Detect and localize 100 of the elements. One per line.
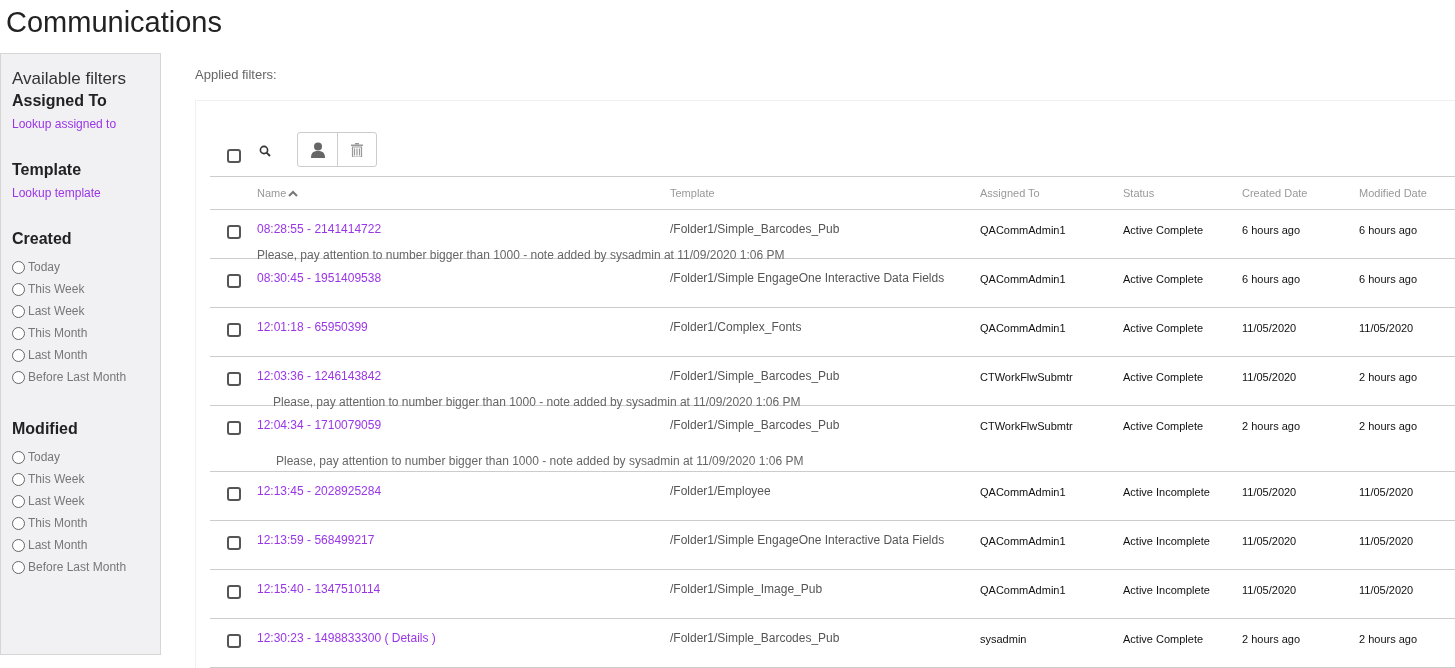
communication-link[interactable]: 12:30:23 - 1498833300 ( Details ) (257, 631, 436, 645)
created-date-cell-text: 11/05/2020 (1242, 583, 1297, 597)
radio-button[interactable] (12, 304, 25, 318)
assigned-cell-text: CTWorkFlwSubmtr (980, 419, 1073, 433)
template-cell: /Folder1/Employee (670, 484, 771, 498)
checkbox[interactable] (226, 225, 241, 239)
template-cell: /Folder1/Simple_Image_Pub (670, 582, 823, 596)
assigned-cell-text: QACommAdmin1 (980, 272, 1066, 286)
sort-up-icon (288, 189, 299, 197)
modified-date-cell-text: 6 hours ago (1359, 223, 1418, 237)
modified-date-cell-text: 11/05/2020 (1359, 534, 1414, 548)
modified-date-cell-text: 2 hours ago (1359, 632, 1418, 646)
radio-button[interactable] (12, 326, 25, 340)
filter-heading: Created (12, 229, 73, 249)
radio-button[interactable] (12, 560, 25, 574)
checkbox[interactable] (226, 421, 241, 435)
modified-date-cell-text: 2 hours ago (1359, 419, 1418, 433)
template-cell: /Folder1/Simple EngageOne Interactive Data Fields (670, 533, 945, 547)
radio-button[interactable] (12, 516, 25, 530)
status-cell-text: Active Complete (1123, 370, 1204, 384)
column-header[interactable]: Status (1123, 184, 1155, 202)
status-cell-text: Active Incomplete (1123, 583, 1210, 597)
radio-label: Today (28, 259, 61, 276)
status-cell-text: Active Incomplete (1123, 485, 1210, 499)
template-cell: /Folder1/Complex_Fonts (670, 320, 802, 334)
communication-link[interactable]: 12:13:59 - 568499217 (257, 533, 375, 547)
sidebar-title: Available filters (12, 68, 128, 90)
radio-button[interactable] (12, 538, 25, 552)
assigned-cell-text: QACommAdmin1 (980, 223, 1066, 237)
filter-heading: Template (12, 160, 83, 180)
radio-button[interactable] (12, 370, 25, 384)
column-header[interactable]: Assigned To (980, 184, 1040, 202)
template-cell: /Folder1/Simple EngageOne Interactive Data Fields (670, 271, 945, 285)
column-header[interactable]: Created Date (1242, 184, 1308, 202)
column-header[interactable]: Name (257, 184, 299, 202)
checkbox[interactable] (226, 323, 241, 337)
template-cell: /Folder1/Simple_Barcodes_Pub (670, 369, 840, 383)
page-title: Communications (5, 5, 223, 40)
modified-date-cell-text: 6 hours ago (1359, 272, 1418, 286)
template-cell: /Folder1/Simple_Barcodes_Pub (670, 631, 840, 645)
radio-label: Today (28, 449, 61, 466)
checkbox[interactable] (226, 148, 241, 163)
radio-button[interactable] (12, 282, 25, 296)
created-date-cell-text: 6 hours ago (1242, 272, 1301, 286)
checkbox[interactable] (226, 634, 241, 648)
modified-date-cell-text: 11/05/2020 (1359, 485, 1414, 499)
communication-link[interactable]: 08:30:45 - 1951409538 (257, 271, 382, 285)
radio-button[interactable] (12, 494, 25, 508)
communication-link[interactable]: 12:13:45 - 2028925284 (257, 484, 382, 498)
lookup-link[interactable]: Lookup assigned to (12, 117, 160, 131)
user-icon (310, 141, 325, 158)
created-date-cell-text: 11/05/2020 (1242, 370, 1297, 384)
radio-label: Last Week (28, 303, 85, 320)
radio-button[interactable] (12, 450, 25, 464)
radio-label: Before Last Month (28, 559, 127, 576)
radio-button[interactable] (12, 260, 25, 274)
lookup-link[interactable]: Lookup template (12, 186, 160, 200)
applied-filters-label: Applied filters: (195, 66, 278, 84)
note-text: Please, pay attention to number bigger than 1000 - note added by sysadmin at 11/09/2020 1:06 PM (276, 454, 804, 468)
radio-button[interactable] (12, 348, 25, 362)
assigned-cell-text: CTWorkFlwSubmtr (980, 370, 1073, 384)
radio-label: Last Month (28, 347, 88, 364)
checkbox[interactable] (226, 585, 241, 599)
status-cell-text: Active Complete (1123, 321, 1204, 335)
radio-button[interactable] (12, 472, 25, 486)
assigned-cell-text: QACommAdmin1 (980, 534, 1066, 548)
radio-label: This Month (28, 515, 88, 532)
checkbox[interactable] (226, 487, 241, 501)
status-cell-text: Active Incomplete (1123, 534, 1210, 548)
radio-label: Last Week (28, 493, 85, 510)
search-icon[interactable] (259, 144, 271, 157)
column-header[interactable]: Template (670, 184, 715, 202)
checkbox[interactable] (226, 274, 241, 288)
created-date-cell-text: 11/05/2020 (1242, 321, 1297, 335)
communication-link[interactable]: 08:28:55 - 2141414722 (257, 222, 382, 236)
template-cell: /Folder1/Simple_Barcodes_Pub (670, 418, 840, 432)
created-date-cell-text: 6 hours ago (1242, 223, 1301, 237)
filter-heading: Assigned To (12, 91, 108, 111)
radio-label: This Week (28, 471, 85, 488)
communication-link[interactable]: 12:15:40 - 1347510114 (257, 582, 381, 596)
radio-label: This Month (28, 325, 88, 342)
created-date-cell-text: 11/05/2020 (1242, 485, 1297, 499)
communication-link[interactable]: 12:01:18 - 65950399 (257, 320, 368, 334)
template-cell: /Folder1/Simple_Barcodes_Pub (670, 222, 840, 236)
assigned-cell-text: QACommAdmin1 (980, 485, 1066, 499)
assigned-cell-text: QACommAdmin1 (980, 583, 1066, 597)
modified-date-cell-text: 11/05/2020 (1359, 583, 1414, 597)
communication-link[interactable]: 12:04:34 - 1710079059 (257, 418, 382, 432)
checkbox[interactable] (226, 536, 241, 550)
communication-link[interactable]: 12:03:36 - 1246143842 (257, 369, 382, 383)
status-cell-text: Active Complete (1123, 419, 1204, 433)
status-cell-text: Active Complete (1123, 632, 1204, 646)
assigned-cell-text: QACommAdmin1 (980, 321, 1066, 335)
checkbox[interactable] (226, 372, 241, 386)
created-date-cell-text: 2 hours ago (1242, 632, 1301, 646)
assigned-cell-text: sysadmin (980, 632, 1027, 646)
column-header[interactable]: Modified Date (1359, 184, 1427, 202)
filter-heading: Modified (12, 419, 79, 439)
trash-icon (351, 142, 363, 157)
created-date-cell-text: 2 hours ago (1242, 419, 1301, 433)
